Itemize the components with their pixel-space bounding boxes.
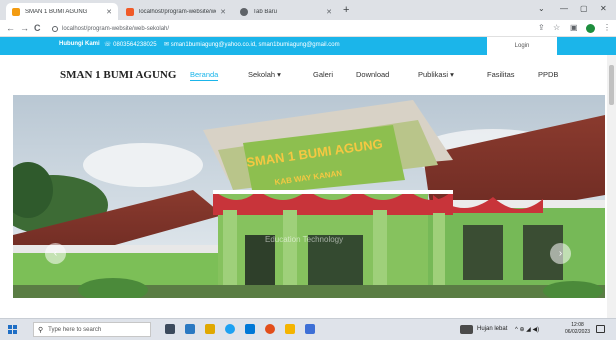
- taskbar-search-input[interactable]: ⚲ Type here to search: [33, 322, 151, 337]
- chrome-icon[interactable]: [265, 324, 275, 334]
- maximize-button[interactable]: ▢: [580, 4, 588, 14]
- contact-phone[interactable]: ☏ 0803564238025: [104, 41, 157, 48]
- reload-button[interactable]: C: [34, 23, 41, 33]
- tab-title: localhost/program-website/web-: [139, 8, 217, 15]
- nav-fasilitas[interactable]: Fasilitas: [487, 70, 515, 79]
- address-bar[interactable]: localhost/program-website/web-sekolah/: [52, 23, 522, 34]
- main-navbar: SMAN 1 BUMI AGUNG Beranda Sekolah ▾ Gale…: [0, 55, 616, 95]
- carousel-prev-button[interactable]: ‹: [45, 243, 66, 264]
- windows-start-icon[interactable]: [8, 325, 17, 334]
- windows-taskbar: ⚲ Type here to search Hujan lebat ^ ⊕ ◢ …: [0, 318, 616, 340]
- contact-email[interactable]: ✉ sman1bumiagung@yahoo.co.id, sman1bumia…: [164, 41, 340, 48]
- search-placeholder: Type here to search: [48, 326, 102, 333]
- weather-text[interactable]: Hujan lebat: [477, 326, 507, 332]
- school-building-photo: SMAN 1 BUMI AGUNG KAB WAY KANAN: [13, 95, 605, 298]
- browser-tab-3[interactable]: Tab Baru ✕: [234, 3, 338, 20]
- minimize-button[interactable]: —: [560, 4, 568, 14]
- tab-close-icon[interactable]: ✕: [326, 8, 332, 16]
- photos-icon[interactable]: [305, 324, 315, 334]
- browser-toolbar: ← → C localhost/program-website/web-seko…: [0, 20, 616, 37]
- nav-sekolah[interactable]: Sekolah ▾: [248, 70, 281, 79]
- tab-close-icon[interactable]: ✕: [106, 8, 112, 16]
- weather-icon[interactable]: [460, 325, 473, 334]
- search-icon: ⚲: [38, 326, 44, 334]
- browser-tab-strip: SMAN 1 BUMI AGUNG ✕ localhost/program-we…: [0, 0, 616, 20]
- store-icon[interactable]: [245, 324, 255, 334]
- task-view-icon[interactable]: [165, 324, 175, 334]
- forward-button[interactable]: →: [20, 23, 29, 33]
- login-button[interactable]: Login: [487, 37, 557, 55]
- scrollbar-thumb[interactable]: [609, 65, 614, 105]
- star-icon[interactable]: ☆: [553, 23, 560, 33]
- browser-tab-1[interactable]: SMAN 1 BUMI AGUNG ✕: [6, 3, 118, 20]
- tab-close-icon[interactable]: ✕: [220, 8, 226, 16]
- carousel-next-button[interactable]: ›: [550, 243, 571, 264]
- chevron-left-icon: ‹: [53, 248, 58, 259]
- browser-tab-2[interactable]: localhost/program-website/web- ✕: [120, 3, 232, 20]
- clock-date: 06/02/2023: [565, 329, 591, 335]
- sidepanel-icon[interactable]: ▣: [570, 23, 578, 33]
- close-button[interactable]: ✕: [600, 4, 607, 14]
- url-text: localhost/program-website/web-sekolah/: [62, 25, 170, 32]
- newtab-favicon-icon: [240, 7, 248, 16]
- info-icon[interactable]: [52, 25, 58, 32]
- taskbar-clock[interactable]: 12:08 06/02/2023: [565, 322, 590, 336]
- system-tray-icons[interactable]: ^ ⊕ ◢ ◀): [515, 326, 539, 333]
- mail-app-icon[interactable]: [185, 324, 195, 334]
- site-brand[interactable]: SMAN 1 BUMI AGUNG: [60, 69, 176, 81]
- screen: SMAN 1 BUMI AGUNG ✕ localhost/program-we…: [0, 0, 616, 340]
- site-favicon-icon: [12, 7, 20, 16]
- xampp-favicon-icon: [126, 7, 134, 16]
- chevron-right-icon: ›: [558, 248, 563, 259]
- tab-search-icon[interactable]: ⌄: [538, 4, 545, 14]
- nav-ppdb[interactable]: PPDB: [538, 70, 558, 79]
- profile-icon[interactable]: [586, 24, 595, 33]
- tab-title: Tab Baru: [253, 8, 278, 15]
- edge-browser-icon[interactable]: [225, 324, 235, 334]
- page-scrollbar[interactable]: [607, 55, 616, 318]
- nav-publikasi[interactable]: Publikasi ▾: [418, 70, 454, 79]
- menu-icon[interactable]: ⋮: [603, 23, 611, 33]
- nav-download[interactable]: Download: [356, 70, 389, 79]
- hero-carousel: SMAN 1 BUMI AGUNG KAB WAY KANAN: [13, 95, 605, 298]
- hero-watermark: Education Technology: [265, 235, 344, 244]
- nav-beranda[interactable]: Beranda: [190, 70, 219, 81]
- file-explorer-icon[interactable]: [205, 324, 215, 334]
- notification-icon[interactable]: [596, 325, 605, 333]
- tab-title: SMAN 1 BUMI AGUNG: [25, 8, 88, 15]
- xampp-icon[interactable]: [285, 324, 295, 334]
- contact-label: Hubungi Kami: [59, 41, 100, 47]
- clock-time: 12:08: [571, 322, 584, 328]
- back-button[interactable]: ←: [6, 23, 15, 33]
- nav-galeri[interactable]: Galeri: [313, 70, 333, 79]
- new-tab-button[interactable]: +: [343, 4, 349, 16]
- share-icon[interactable]: ⇪: [538, 23, 545, 33]
